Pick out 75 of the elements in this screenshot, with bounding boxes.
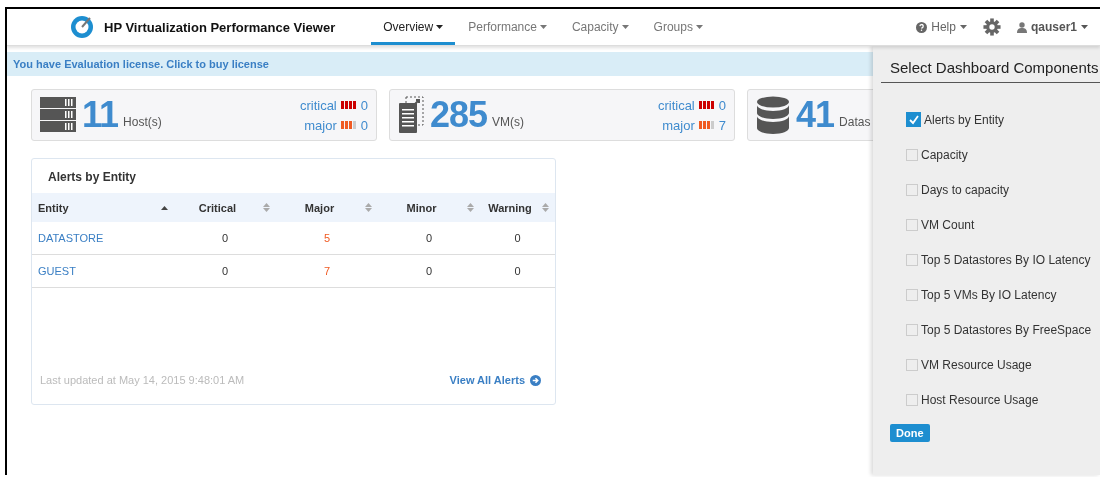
checkbox[interactable] [906, 148, 918, 161]
table-cell: 0 [378, 254, 480, 288]
checkbox[interactable] [906, 393, 918, 406]
severity-bars-icon [698, 101, 715, 109]
table-cell: 0 [174, 254, 276, 288]
column-header[interactable]: Major [276, 193, 378, 222]
app-title: HP Virtualization Performance Viewer [104, 19, 336, 35]
checkbox[interactable] [906, 183, 918, 196]
logo-icon [70, 15, 94, 39]
table-cell: 0 [480, 222, 555, 255]
alert-count: 7 [718, 117, 726, 133]
view-all-alerts-link[interactable]: View All Alerts [449, 374, 541, 386]
stat-label: Host(s) [123, 115, 162, 129]
column-header[interactable]: Critical [174, 193, 276, 222]
entity-link[interactable]: DATASTORE [32, 222, 174, 255]
alert-count: 0 [360, 117, 368, 133]
panel-title: Alerts by Entity [47, 169, 138, 186]
column-header[interactable]: Entity [32, 193, 174, 222]
server-icon [40, 97, 76, 133]
table-cell: 0 [174, 222, 276, 255]
stat-count: 41 [796, 97, 835, 133]
checkbox-label[interactable]: Top 5 Datastores By IO Latency [921, 252, 1091, 267]
stat-count: 285 [430, 97, 488, 133]
stat-label: Datas [839, 115, 871, 129]
severity-label: critical [299, 97, 337, 113]
caret-icon[interactable] [1081, 25, 1088, 29]
checkbox-label[interactable]: Days to capacity [921, 182, 1010, 197]
checkbox[interactable] [906, 358, 918, 371]
checkbox[interactable] [906, 112, 921, 127]
database-icon [756, 96, 790, 134]
severity-bars-icon [340, 121, 357, 129]
done-button[interactable]: Done [890, 424, 930, 442]
settings-icon[interactable] [982, 18, 1001, 36]
severity-bars-icon [698, 121, 715, 129]
severity-label: major [662, 117, 695, 133]
last-updated-text: Last updated at May 14, 2015 9:48:01 AM [40, 374, 245, 386]
table-cell: 0 [378, 222, 480, 255]
nav-tab[interactable]: Overview [371, 9, 456, 45]
checkbox-label[interactable]: Host Resource Usage [921, 392, 1039, 407]
checkbox-label[interactable]: Alerts by Entity [924, 112, 1005, 127]
sort-icon[interactable] [161, 205, 168, 210]
nav-tab[interactable]: Performance [456, 9, 559, 45]
arrow-circle-icon[interactable] [530, 374, 541, 386]
table-cell: 0 [480, 254, 555, 288]
checkbox-label[interactable]: Top 5 Datastores By FreeSpace [921, 322, 1092, 337]
help-menu[interactable]: Help [916, 20, 967, 34]
table-cell: 7 [276, 254, 378, 288]
nav-tab[interactable]: Capacity [559, 9, 641, 45]
severity-label: major [304, 117, 337, 133]
nav-tab[interactable]: Groups [641, 9, 715, 45]
severity-label: critical [657, 97, 695, 113]
help-icon[interactable] [916, 21, 928, 33]
checkbox-label[interactable]: Capacity [921, 147, 968, 162]
license-link[interactable]: You have Evaluation license. Click to buy license [13, 58, 269, 70]
checkbox[interactable] [906, 323, 918, 336]
user-icon[interactable] [1016, 21, 1027, 33]
user-menu[interactable]: qauser1 [1016, 20, 1088, 34]
column-header[interactable]: Minor [378, 193, 480, 222]
checkbox[interactable] [906, 218, 918, 231]
checkbox-label[interactable]: VM Resource Usage [921, 357, 1032, 372]
checkbox[interactable] [906, 253, 918, 266]
checkbox-label[interactable]: Top 5 VMs By IO Latency [921, 287, 1057, 302]
stat-label: VM(s) [492, 115, 525, 129]
checkbox-label[interactable]: VM Count [921, 217, 975, 232]
column-header[interactable]: Warning [480, 193, 555, 222]
table-cell: 5 [276, 222, 378, 255]
severity-bars-icon [340, 101, 357, 109]
alert-count: 0 [718, 97, 726, 113]
alert-count: 0 [360, 97, 368, 113]
panel-title: Select Dashboard Components [881, 46, 1100, 83]
stat-count: 11 [82, 97, 119, 133]
caret-icon[interactable] [436, 25, 444, 29]
checkbox[interactable] [906, 288, 918, 301]
entity-link[interactable]: GUEST [32, 254, 174, 288]
document-icon [398, 96, 424, 134]
